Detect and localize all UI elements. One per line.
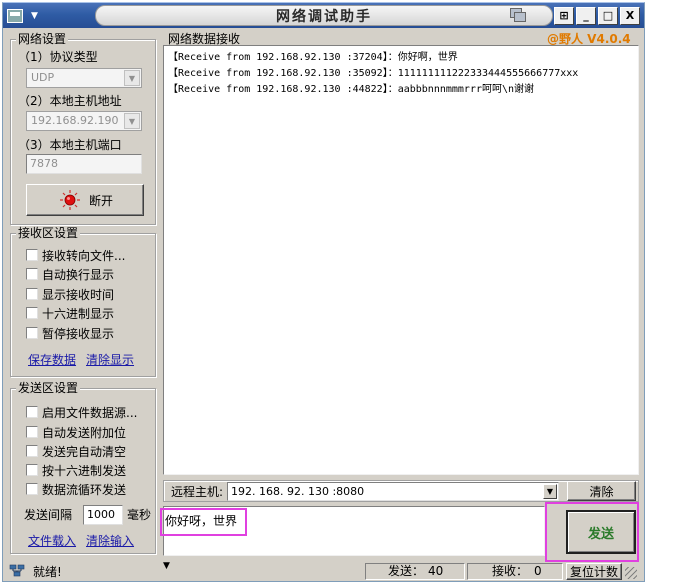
dropdown-arrow-icon: ▼ xyxy=(31,11,38,21)
resize-grip-icon[interactable] xyxy=(625,567,637,579)
local-port-input[interactable]: 7878 xyxy=(26,154,142,174)
checkbox-label: 按十六进制发送 xyxy=(42,463,127,478)
protocol-value: UDP xyxy=(31,71,55,84)
title-bar: ▼ 网络调试助手 ⊞ _ □ X xyxy=(3,3,644,28)
received-count-panel: 接收： 0 xyxy=(467,563,563,580)
chevron-down-icon[interactable]: ▼ xyxy=(124,70,140,86)
checkbox-auto-clear[interactable]: 发送完自动清空 xyxy=(26,443,126,459)
checkbox-label: 自动换行显示 xyxy=(42,267,115,282)
status-ready-text: 就绪! xyxy=(33,565,62,579)
sent-count-label: 发送： xyxy=(388,564,425,578)
app-window: ▼ 网络调试助手 ⊞ _ □ X 网络设置 （1）协议类型 UDP ▼ （2）本… xyxy=(2,2,645,582)
checkbox-label: 显示接收时间 xyxy=(42,287,115,302)
checkbox-hex-send[interactable]: 按十六进制发送 xyxy=(26,462,126,478)
send-settings-group: 发送区设置 启用文件数据源... 自动发送附加位 发送完自动清空 按十六进制发送… xyxy=(10,381,156,554)
checkbox-label: 接收转向文件... xyxy=(42,248,126,263)
group-label: 发送区设置 xyxy=(16,381,81,395)
status-bar: 就绪! 发送： 40 接收： 0 复位计数 xyxy=(3,561,644,581)
save-data-link[interactable]: 保存数据 xyxy=(28,351,76,368)
protocol-select[interactable]: UDP ▼ xyxy=(26,68,142,88)
chevron-down-icon[interactable]: ▼ xyxy=(124,113,140,129)
checkbox-pause-display[interactable]: 暂停接收显示 xyxy=(26,325,114,341)
checkbox-append-bit[interactable]: 自动发送附加位 xyxy=(26,424,126,440)
send-interval-label: 发送间隔 xyxy=(24,508,73,522)
local-host-label: （2）本地主机地址 xyxy=(18,94,122,108)
receive-line: 【Receive from 192.168.92.130 :44822】：aab… xyxy=(168,84,535,95)
checkbox-label: 自动发送附加位 xyxy=(42,425,127,440)
group-label: 网络设置 xyxy=(16,32,69,46)
checkbox-label: 十六进制显示 xyxy=(42,306,115,321)
local-host-select[interactable]: 192.168.92.190 ▼ xyxy=(26,111,142,131)
close-button[interactable]: X xyxy=(620,6,640,25)
local-host-value: 192.168.92.190 xyxy=(31,114,119,127)
checkbox-receive-to-file[interactable]: 接收转向文件... xyxy=(26,247,125,263)
network-app-icon xyxy=(7,9,23,23)
clear-input-link[interactable]: 清除输入 xyxy=(86,532,134,549)
checkbox-box[interactable] xyxy=(26,406,38,418)
receive-textarea[interactable]: 【Receive from 192.168.92.130 :37204】：你好啊… xyxy=(163,45,639,475)
title-bar-caption: 网络调试助手 xyxy=(95,5,553,26)
checkbox-box[interactable] xyxy=(26,307,38,319)
disconnect-button[interactable]: 断开 xyxy=(26,184,144,216)
group-label: 接收区设置 xyxy=(16,226,81,240)
checkbox-label: 发送完自动清空 xyxy=(42,444,127,459)
window-title: 网络调试助手 xyxy=(276,8,372,25)
receive-line: 【Receive from 192.168.92.130 :35092】：111… xyxy=(168,68,579,79)
send-button-label: 发送 xyxy=(587,526,614,542)
checkbox-label: 启用文件数据源... xyxy=(42,405,138,420)
checkbox-loop-send[interactable]: 数据流循环发送 xyxy=(26,481,126,497)
send-text: 你好呀，世界 xyxy=(165,514,238,528)
maximize-button[interactable]: □ xyxy=(598,6,618,25)
network-settings-group: 网络设置 （1）协议类型 UDP ▼ （2）本地主机地址 192.168.92.… xyxy=(10,32,156,225)
remote-host-value: 192. 168. 92. 130 :8080 xyxy=(231,485,365,498)
disconnect-button-label: 断开 xyxy=(88,193,113,208)
send-button[interactable]: 发送 xyxy=(566,510,636,554)
receive-line: 【Receive from 192.168.92.130 :37204】：你好啊… xyxy=(168,52,458,63)
red-light-icon xyxy=(59,190,80,210)
interval-unit-label: 毫秒 xyxy=(127,508,152,522)
received-count-value: 0 xyxy=(534,564,542,578)
checkbox-box[interactable] xyxy=(26,249,38,261)
checkbox-box[interactable] xyxy=(26,426,38,438)
local-port-label: （3）本地主机端口 xyxy=(18,138,122,152)
system-menu[interactable]: ▼ xyxy=(7,7,47,25)
brand-label: @野人 V4.0.4 xyxy=(547,32,631,46)
checkbox-auto-wrap[interactable]: 自动换行显示 xyxy=(26,266,114,282)
reset-count-button[interactable]: 复位计数 xyxy=(566,563,622,580)
checkbox-box[interactable] xyxy=(26,464,38,476)
send-interval-input[interactable]: 1000 xyxy=(83,505,123,525)
chevron-down-icon[interactable]: ▼ xyxy=(543,484,557,499)
minimize-button[interactable]: _ xyxy=(576,6,596,25)
remote-host-label: 远程主机: xyxy=(171,485,224,499)
received-count-label: 接收： xyxy=(492,564,529,578)
sent-count-panel: 发送： 40 xyxy=(365,563,465,580)
checkbox-box[interactable] xyxy=(26,483,38,495)
protocol-type-label: （1）协议类型 xyxy=(18,50,98,64)
checkbox-box[interactable] xyxy=(26,268,38,280)
checkbox-file-source[interactable]: 启用文件数据源... xyxy=(26,404,137,420)
checkbox-show-time[interactable]: 显示接收时间 xyxy=(26,286,114,302)
checkbox-box[interactable] xyxy=(26,327,38,339)
checkbox-label: 数据流循环发送 xyxy=(42,482,127,497)
remote-host-select[interactable]: 192. 168. 92. 130 :8080 ▼ xyxy=(227,482,559,501)
pin-button[interactable]: ⊞ xyxy=(554,6,574,25)
receive-settings-group: 接收区设置 接收转向文件... 自动换行显示 显示接收时间 十六进制显示 暂停接… xyxy=(10,226,156,377)
clear-remote-button[interactable]: 清除 xyxy=(567,481,636,501)
group-label: 网络数据接收 xyxy=(166,32,243,46)
window-stack-icon xyxy=(508,8,528,24)
checkbox-label: 暂停接收显示 xyxy=(42,326,115,341)
checkbox-box[interactable] xyxy=(26,288,38,300)
clear-display-link[interactable]: 清除显示 xyxy=(86,351,134,368)
network-status-icon xyxy=(9,564,25,578)
checkbox-box[interactable] xyxy=(26,445,38,457)
checkbox-hex-display[interactable]: 十六进制显示 xyxy=(26,305,114,321)
file-load-link[interactable]: 文件载入 xyxy=(28,532,76,549)
sent-count-value: 40 xyxy=(428,564,444,578)
